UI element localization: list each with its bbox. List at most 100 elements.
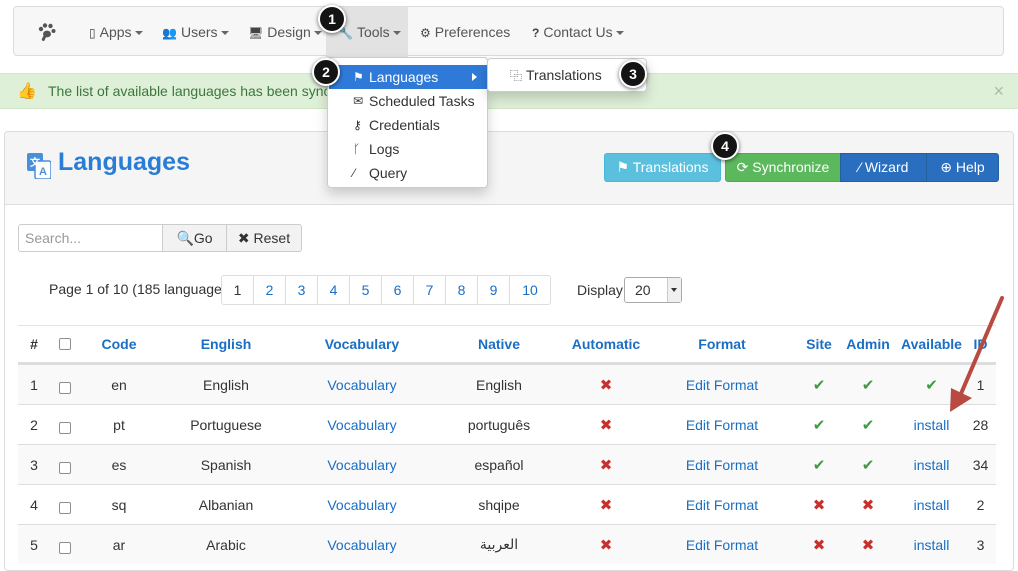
check-icon: ✔: [925, 376, 938, 394]
synchronize-button[interactable]: ⟳ Synchronize: [725, 153, 841, 182]
display-count-select[interactable]: 20: [624, 277, 682, 303]
vocabulary-link[interactable]: Vocabulary: [327, 537, 396, 553]
col-header-english[interactable]: English: [158, 326, 294, 362]
cell-code: pt: [113, 416, 125, 433]
menu-item-credentials[interactable]: ⚷ Credentials: [329, 113, 487, 137]
cell-site: ✖: [800, 485, 838, 524]
cell-available: install: [898, 405, 965, 444]
search-input[interactable]: [18, 224, 163, 252]
vocabulary-link[interactable]: Vocabulary: [327, 457, 396, 473]
format-link[interactable]: Edit Format: [686, 457, 758, 473]
install-link[interactable]: install: [914, 457, 950, 473]
nav-preferences[interactable]: ⚙ Preferences: [420, 7, 510, 57]
cell-native: العربية: [479, 536, 519, 552]
menu-item-label: Scheduled Tasks: [369, 93, 475, 109]
row-checkbox[interactable]: [59, 421, 71, 434]
cell-automatic: ✖: [568, 405, 644, 444]
page-link-7[interactable]: 7: [413, 275, 446, 305]
flag-icon: ⚑: [353, 70, 364, 84]
page-link-4[interactable]: 4: [317, 275, 350, 305]
install-link[interactable]: install: [914, 537, 950, 553]
cell-available: install: [898, 525, 965, 564]
col-header-native[interactable]: Native: [430, 326, 568, 362]
install-link[interactable]: install: [914, 497, 950, 513]
format-link[interactable]: Edit Format: [686, 377, 758, 393]
nav-users-label: Users: [180, 24, 218, 40]
nav-contact[interactable]: ? Contact Us: [532, 7, 624, 57]
help-button[interactable]: ⊕ Help: [926, 153, 999, 182]
nav-apps-label: Apps: [99, 24, 132, 40]
menu-item-languages[interactable]: ⚑ Languages: [329, 65, 487, 89]
chevron-right-icon: [472, 73, 477, 81]
select-all-checkbox[interactable]: [59, 338, 71, 350]
page-info: Page 1 of 10 (185 language): [49, 281, 227, 297]
row-checkbox[interactable]: [59, 461, 71, 474]
cell-vocabulary: Vocabulary: [294, 485, 430, 524]
cell-automatic: ✖: [568, 485, 644, 524]
reset-button[interactable]: ✖ Reset: [226, 224, 302, 252]
panel-header: 文 A Languages ⚑ Translations ⟳ Synchroni…: [5, 132, 1013, 205]
page-link-3[interactable]: 3: [285, 275, 318, 305]
menu-item-scheduled-tasks[interactable]: ✉ Scheduled Tasks: [329, 89, 487, 113]
page-link-10[interactable]: 10: [509, 275, 551, 305]
col-header-code[interactable]: Code: [80, 326, 158, 362]
page-link-6[interactable]: 6: [381, 275, 414, 305]
page-link-5[interactable]: 5: [349, 275, 382, 305]
format-link[interactable]: Edit Format: [686, 417, 758, 433]
row-checkbox[interactable]: [59, 541, 71, 554]
logo-link[interactable]: [36, 7, 58, 57]
format-link[interactable]: Edit Format: [686, 497, 758, 513]
cell-code: ar: [112, 536, 126, 553]
key-icon: ⚷: [353, 118, 362, 132]
cell-english: Portuguese: [190, 416, 262, 433]
page-link-8[interactable]: 8: [445, 275, 478, 305]
cross-icon: ✖: [599, 456, 613, 474]
vocabulary-link[interactable]: Vocabulary: [327, 497, 396, 513]
col-header-vocabulary[interactable]: Vocabulary: [294, 326, 430, 362]
go-button-label: Go: [193, 230, 213, 246]
install-link[interactable]: install: [914, 417, 950, 433]
vocabulary-link[interactable]: Vocabulary: [327, 417, 396, 433]
format-link[interactable]: Edit Format: [686, 537, 758, 553]
col-header-admin[interactable]: Admin: [838, 326, 898, 362]
cell-site: ✔: [800, 365, 838, 404]
row-checkbox[interactable]: [59, 381, 71, 394]
cell-available: install: [898, 485, 965, 524]
flag-icon: ⚑: [616, 159, 633, 175]
wizard-button[interactable]: ⁄ Wizard: [840, 153, 927, 182]
paw-icon: [38, 23, 56, 41]
nav-apps[interactable]: ▯ Apps: [89, 7, 143, 57]
close-icon[interactable]: ×: [993, 74, 1004, 109]
nav-tools-label: Tools: [356, 24, 390, 40]
page-link-9[interactable]: 9: [477, 275, 510, 305]
cell-id: 2: [976, 496, 985, 513]
gears-icon: ⚙: [420, 26, 431, 40]
nav-design[interactable]: 🖥 Design: [248, 7, 322, 57]
help-button-label: Help: [955, 159, 985, 175]
menu-item-label: Logs: [369, 141, 400, 157]
cell-check: [50, 525, 80, 564]
go-button[interactable]: 🔍Go: [162, 224, 227, 252]
page-link-2[interactable]: 2: [253, 275, 286, 305]
col-header-site[interactable]: Site: [800, 326, 838, 362]
check-icon: ✔: [861, 376, 875, 394]
menu-item-logs[interactable]: ᚴ Logs: [329, 137, 487, 161]
col-header-format[interactable]: Format: [644, 326, 800, 362]
menu-item-translations[interactable]: ⿻ Translations: [510, 67, 602, 83]
vocabulary-link[interactable]: Vocabulary: [327, 377, 396, 393]
nav-users[interactable]: 👥 Users: [162, 7, 229, 57]
cell-site: ✔: [800, 405, 838, 444]
cell-num: 5: [30, 536, 38, 553]
cross-icon: ✖: [599, 416, 613, 434]
cell-site: ✖: [800, 525, 838, 564]
check-icon: ✔: [812, 456, 826, 474]
question-icon: ?: [532, 26, 540, 40]
menu-item-query[interactable]: ⁄ Query: [329, 161, 487, 185]
step-badge-2: 2: [312, 58, 340, 86]
translations-button[interactable]: ⚑ Translations: [604, 153, 721, 182]
col-header-id[interactable]: ID: [965, 326, 996, 362]
col-header-automatic[interactable]: Automatic: [568, 326, 644, 362]
row-checkbox[interactable]: [59, 501, 71, 514]
page-link-1[interactable]: 1: [221, 275, 254, 305]
col-header-available[interactable]: Available: [898, 326, 965, 362]
